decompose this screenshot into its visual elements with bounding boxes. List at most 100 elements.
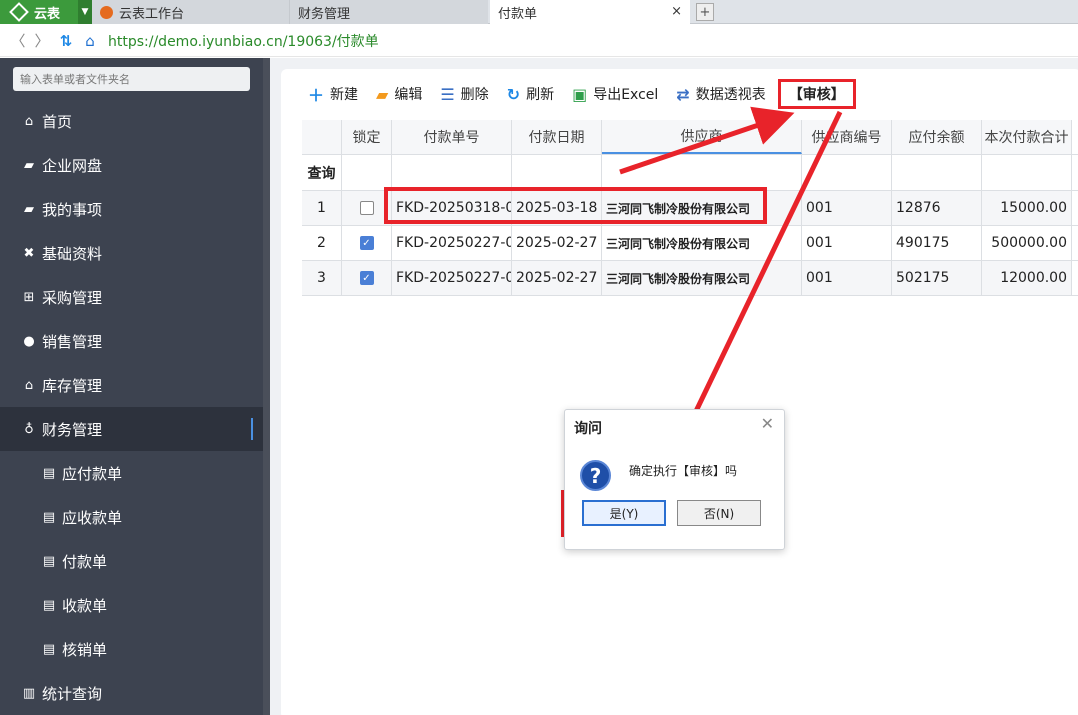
add-tab-button[interactable]: + (696, 3, 714, 21)
home-icon[interactable]: ⌂ (78, 32, 102, 50)
cart-icon: ⊞ (23, 289, 35, 305)
sidebar-item-my-tasks[interactable]: ▰ 我的事项 (0, 187, 263, 231)
query-cell[interactable] (342, 155, 392, 190)
table-row[interactable]: 3 ✓ FKD-20250227-0 2025-02-27 三河同飞制冷股份有限… (302, 261, 1078, 296)
col-header[interactable]: 供应商 (602, 120, 802, 154)
folder-open-icon: ▰ (376, 84, 389, 104)
tab-label: 财务管理 (298, 6, 351, 22)
query-cell[interactable] (892, 155, 982, 190)
brand-menu[interactable]: 云表 ▼ (0, 0, 92, 24)
sidebar-item-receivable[interactable]: ▤ 应收款单 (0, 495, 263, 539)
query-cell[interactable] (602, 155, 802, 190)
pivot-table-button[interactable]: ⇄ 数据透视表 (676, 84, 765, 104)
col-header[interactable]: 本次付款合计 (982, 120, 1072, 154)
refresh-icon: ↻ (506, 84, 521, 104)
total-cell[interactable]: 500000.00 (982, 226, 1072, 260)
sidebar-item-label: 财务管理 (42, 420, 103, 439)
code-cell[interactable]: FKD-20250227-0 (392, 226, 512, 260)
forward-icon[interactable]: 〉 (30, 30, 54, 51)
date-cell[interactable]: 2025-02-27 (512, 261, 602, 295)
lock-cell[interactable]: ✓ (342, 261, 392, 295)
sidebar-item-label: 采购管理 (42, 288, 103, 307)
doc-icon: ▤ (42, 597, 56, 613)
sidebar-item-inventory[interactable]: ⌂ 库存管理 (0, 363, 263, 407)
query-cell[interactable] (982, 155, 1072, 190)
row-number: 3 (302, 261, 342, 295)
pivot-icon: ⇄ (676, 84, 690, 104)
sidebar-splitter[interactable] (263, 58, 270, 715)
supplier-cell[interactable]: 三河同飞制冷股份有限公司 (602, 261, 802, 295)
balance-cell[interactable]: 490175 (892, 226, 982, 260)
supplier-no-cell[interactable]: 001 (802, 191, 892, 225)
excel-icon: ▣ (572, 84, 588, 104)
sidebar-item-label: 首页 (42, 112, 73, 131)
sidebar-item-label: 收款单 (62, 596, 108, 615)
query-cell[interactable] (512, 155, 602, 190)
supplier-no-cell[interactable]: 001 (802, 261, 892, 295)
balance-cell[interactable]: 502175 (892, 261, 982, 295)
chevron-down-icon[interactable]: ▼ (78, 0, 92, 24)
sidebar-item-netdisk[interactable]: ▰ 企业网盘 (0, 143, 263, 187)
sidebar-item-sales[interactable]: ● 销售管理 (0, 319, 263, 363)
brand-label: 云表 (34, 6, 61, 22)
refresh-button[interactable]: ↻ 刷新 (507, 84, 554, 104)
refresh-icon[interactable]: ⇅ (54, 32, 78, 50)
col-header[interactable]: 锁定 (342, 120, 392, 154)
tab-payment[interactable]: 付款单 × (490, 0, 690, 24)
sidebar-item-label: 应收款单 (62, 508, 123, 527)
close-icon[interactable]: ✕ (761, 414, 774, 433)
tab-workbench[interactable]: 云表工作台 (92, 0, 290, 24)
folder-icon: ▰ (24, 157, 34, 173)
new-button[interactable]: ＋ 新建 (308, 82, 358, 106)
col-header[interactable]: 供应商编号 (802, 120, 892, 154)
supplier-cell[interactable]: 三河同飞制冷股份有限公司 (602, 226, 802, 260)
sidebar-item-home[interactable]: ⌂ 首页 (0, 99, 263, 143)
date-cell[interactable]: 2025-02-27 (512, 226, 602, 260)
sidebar-item-payment[interactable]: ▤ 付款单 (0, 539, 263, 583)
supplier-no-cell[interactable]: 001 (802, 226, 892, 260)
tab-finance[interactable]: 财务管理 (290, 0, 488, 24)
sidebar-item-writeoff[interactable]: ▤ 核销单 (0, 627, 263, 671)
back-icon[interactable]: 〈 (6, 30, 30, 51)
sidebar-item-stats[interactable]: ▥ 统计查询 (0, 671, 263, 715)
sidebar-item-finance[interactable]: ♁ 财务管理 (0, 407, 263, 451)
delete-button[interactable]: ☰ 删除 (440, 84, 488, 104)
sidebar-item-payable[interactable]: ▤ 应付款单 (0, 451, 263, 495)
col-header[interactable]: 付款单号 (392, 120, 512, 154)
search-input[interactable]: 输入表单或者文件夹名 (13, 67, 250, 91)
table-row[interactable]: 2 ✓ FKD-20250227-0 2025-02-27 三河同飞制冷股份有限… (302, 226, 1078, 261)
row-number: 1 (302, 191, 342, 225)
audit-button[interactable]: 【审核】 (777, 79, 856, 109)
lock-checkbox[interactable] (359, 201, 374, 215)
total-cell[interactable]: 12000.00 (982, 261, 1072, 295)
export-excel-button[interactable]: ▣ 导出Excel (572, 84, 658, 104)
query-label: 查询 (302, 155, 342, 190)
sidebar-item-receipt[interactable]: ▤ 收款单 (0, 583, 263, 627)
plus-icon: ＋ (308, 86, 325, 105)
highlight-row-annotation (384, 187, 767, 224)
refresh-label: 刷新 (526, 87, 555, 103)
grid-header: 锁定 付款单号 付款日期 供应商 供应商编号 应付余额 本次付款合计 (302, 120, 1078, 155)
doc-icon: ▤ (42, 465, 56, 481)
code-cell[interactable]: FKD-20250227-0 (392, 261, 512, 295)
url-text[interactable]: https://demo.iyunbiao.cn/19063/付款单 (108, 31, 379, 51)
query-cell[interactable] (802, 155, 892, 190)
col-header[interactable]: 应付余额 (892, 120, 982, 154)
lock-cell[interactable]: ✓ (342, 226, 392, 260)
balance-cell[interactable]: 12876 (892, 191, 982, 225)
audit-label: 【审核】 (788, 87, 845, 103)
lock-checkbox[interactable]: ✓ (359, 236, 374, 250)
col-header[interactable]: 付款日期 (512, 120, 602, 154)
question-icon: ? (580, 460, 611, 491)
total-cell[interactable]: 15000.00 (982, 191, 1072, 225)
sidebar-item-basic-data[interactable]: ✖ 基础资料 (0, 231, 263, 275)
close-icon[interactable]: × (671, 4, 682, 19)
lock-checkbox[interactable]: ✓ (359, 271, 374, 285)
edit-button[interactable]: ▰ 编辑 (376, 84, 422, 104)
query-cell[interactable] (392, 155, 512, 190)
sidebar-item-purchase[interactable]: ⊞ 采购管理 (0, 275, 263, 319)
new-label: 新建 (330, 87, 359, 103)
sidebar-item-label: 基础资料 (42, 244, 103, 263)
yes-button[interactable]: 是(Y) (582, 500, 666, 526)
no-button[interactable]: 否(N) (677, 500, 761, 526)
